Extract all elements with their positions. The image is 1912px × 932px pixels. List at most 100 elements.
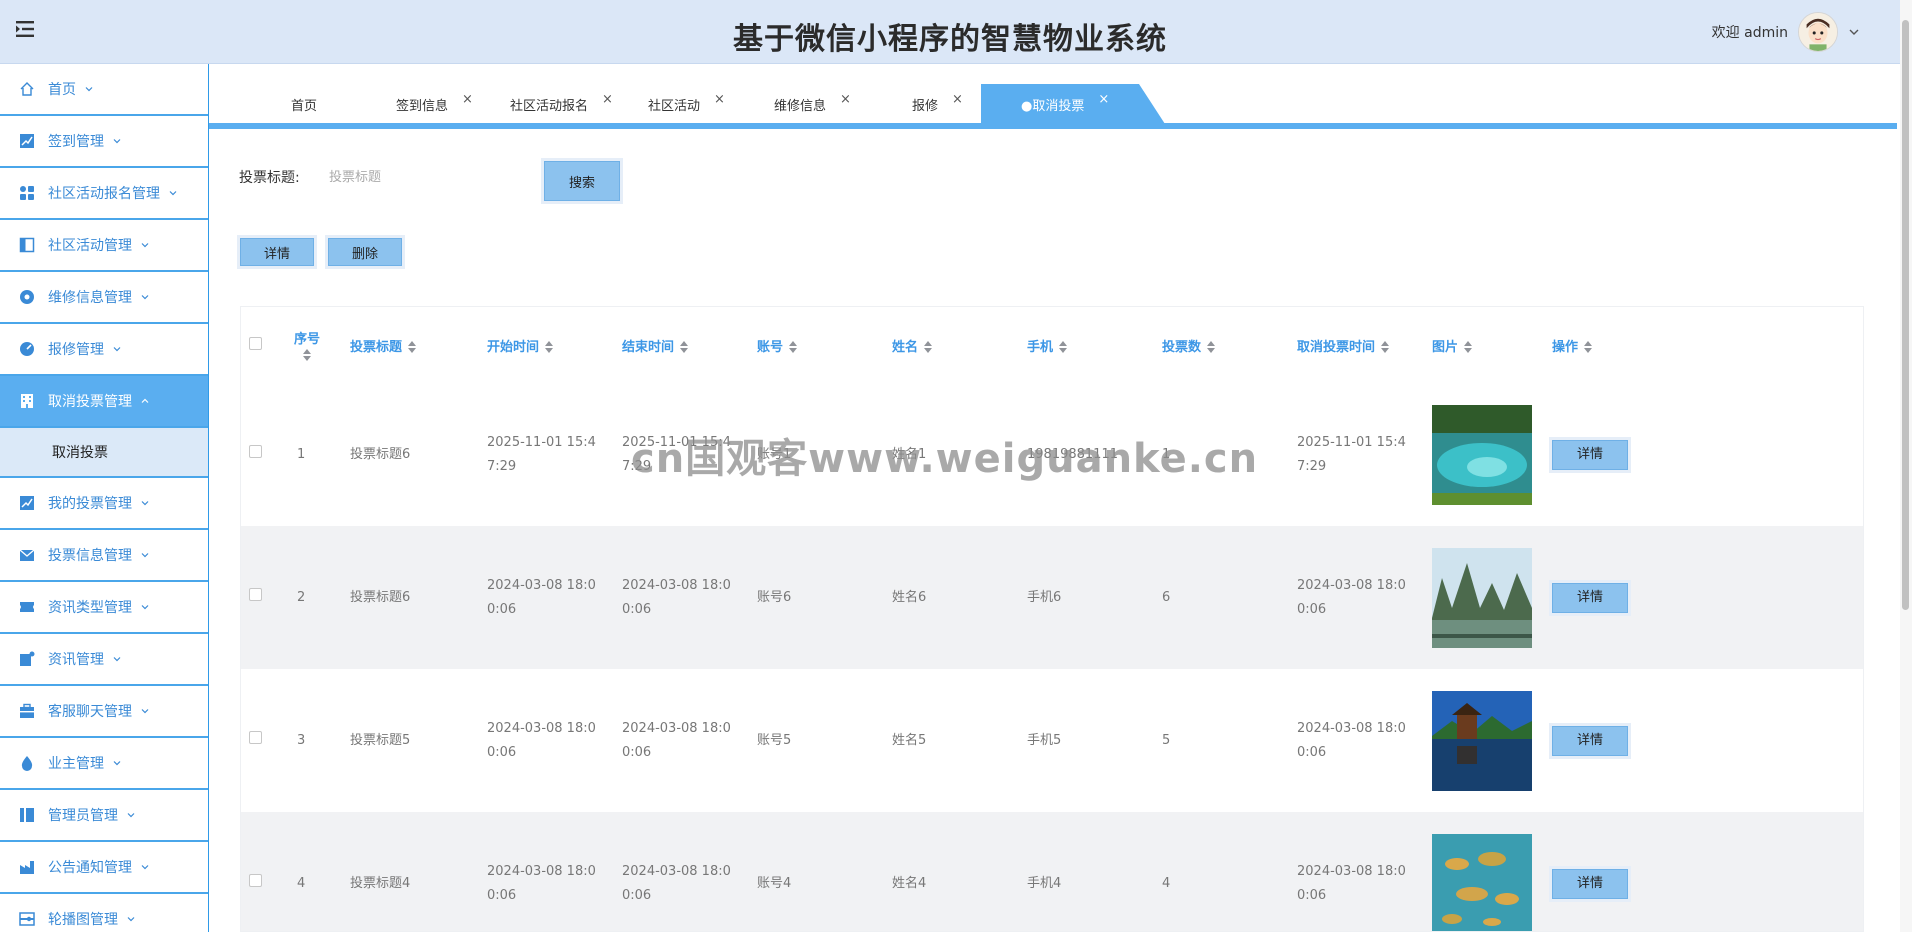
search-row: 投票标题:	[239, 159, 529, 195]
chevron-down-icon	[113, 761, 121, 766]
chevron-up-icon	[141, 398, 149, 403]
select-all-checkbox[interactable]	[249, 336, 262, 350]
column-header-label: 序号	[293, 332, 320, 347]
sort-icon[interactable]	[1381, 341, 1390, 353]
row-checkbox[interactable]	[249, 444, 262, 458]
chevron-down-icon	[141, 501, 149, 506]
sidebar-item-13[interactable]: 管理员管理	[0, 790, 208, 842]
sort-icon[interactable]	[1464, 341, 1473, 353]
row-checkbox[interactable]	[249, 730, 262, 744]
table-row[interactable]: 1 投票标题6 2025-11-01 15:47:29 2025-11-01 15:4…	[241, 383, 1863, 526]
close-icon[interactable]: ×	[952, 92, 963, 107]
table-row[interactable]: 4 投票标题4 2024-03-08 18:00:06 2024-03-08 18:0…	[241, 812, 1863, 931]
close-icon[interactable]: ×	[602, 92, 613, 107]
close-icon[interactable]: ×	[840, 92, 851, 107]
column-header-label: 开始时间	[487, 339, 540, 355]
sidebar-item-14[interactable]: 公告通知管理	[0, 842, 208, 894]
scrollbar-track[interactable]	[1900, 0, 1912, 932]
sidebar-item-2[interactable]: 社区活动报名管理	[0, 168, 208, 220]
cell-end: 2024-03-08 18:00:06	[622, 526, 757, 669]
row-image[interactable]	[1432, 404, 1552, 505]
sidebar-item-8[interactable]: 投票信息管理	[0, 530, 208, 582]
avatar[interactable]	[1798, 12, 1838, 52]
sort-icon[interactable]	[545, 341, 554, 353]
search-button[interactable]: 搜索	[544, 161, 620, 201]
sidebar-item-label: 投票信息管理	[48, 548, 132, 564]
gauge-icon	[18, 340, 36, 358]
column-header[interactable]: 投票标题	[350, 307, 487, 383]
tab-activity-signup[interactable]: 社区活动报名 ×	[510, 84, 613, 124]
close-icon[interactable]: ×	[462, 92, 473, 107]
delete-button[interactable]: 删除	[328, 238, 402, 266]
sidebar-item-15[interactable]: 轮播图管理	[0, 894, 208, 932]
close-icon[interactable]: ×	[1098, 92, 1109, 107]
sort-icon[interactable]	[408, 341, 417, 353]
column-header[interactable]: 姓名	[892, 307, 1027, 383]
column-header-label: 结束时间	[622, 339, 675, 355]
sidebar-item-5[interactable]: 报修管理	[0, 324, 208, 376]
sidebar-item-4[interactable]: 维修信息管理	[0, 272, 208, 324]
row-detail-button[interactable]: 详情	[1552, 868, 1628, 899]
chevron-down-icon[interactable]	[1848, 26, 1860, 38]
tab-repair[interactable]: 报修 ×	[912, 84, 963, 124]
row-detail-button[interactable]: 详情	[1552, 582, 1628, 613]
row-checkbox[interactable]	[249, 873, 262, 887]
scrollbar-thumb[interactable]	[1902, 20, 1909, 610]
sidebar-item-7[interactable]: 我的投票管理	[0, 478, 208, 530]
column-header[interactable]: 账号	[757, 307, 892, 383]
tab-activity[interactable]: 社区活动 ×	[648, 84, 725, 124]
row-detail-button[interactable]: 详情	[1552, 439, 1628, 470]
chevron-down-icon	[85, 87, 93, 92]
sidebar-item-label: 轮播图管理	[48, 912, 118, 928]
cell-start: 2024-03-08 18:00:06	[487, 720, 596, 760]
sidebar-item-6[interactable]: 取消投票管理	[0, 376, 208, 428]
chevron-down-icon	[113, 139, 121, 144]
column-header[interactable]: 操作	[1552, 307, 1863, 383]
cell-end: 2025-11-01 15:47:29	[622, 434, 731, 474]
sort-icon[interactable]	[1207, 341, 1216, 353]
sort-icon[interactable]	[924, 341, 933, 353]
row-image[interactable]	[1432, 547, 1552, 648]
sidebar-item-3[interactable]: 社区活动管理	[0, 220, 208, 272]
cell-account: 账号6	[757, 526, 892, 669]
tab-bar: 首页 签到信息 × 社区活动报名 × 社区活动 × 维修信息 × 报修 × ●取…	[209, 64, 1897, 128]
column-header[interactable]: 结束时间	[622, 307, 757, 383]
factory-icon	[18, 858, 36, 876]
sort-icon[interactable]	[303, 348, 311, 361]
close-icon[interactable]: ×	[714, 92, 725, 107]
detail-button[interactable]: 详情	[240, 238, 314, 266]
tab-repair-info[interactable]: 维修信息 ×	[774, 84, 851, 124]
sidebar-item-0[interactable]: 首页	[0, 64, 208, 116]
search-input[interactable]	[329, 159, 529, 195]
column-header[interactable]: 手机	[1027, 307, 1162, 383]
grid-icon	[18, 184, 36, 202]
column-header[interactable]: 取消投票时间	[1297, 307, 1432, 383]
sidebar-item-9[interactable]: 资讯类型管理	[0, 582, 208, 634]
row-image[interactable]	[1432, 690, 1552, 791]
sort-icon[interactable]	[789, 341, 798, 353]
row-detail-button[interactable]: 详情	[1552, 725, 1628, 756]
table-row[interactable]: 3 投票标题5 2024-03-08 18:00:06 2024-03-08 18:0…	[241, 669, 1863, 812]
sidebar-item-10[interactable]: 资讯管理	[0, 634, 208, 686]
sidebar-item-12[interactable]: 业主管理	[0, 738, 208, 790]
sort-icon[interactable]	[680, 341, 689, 353]
row-image[interactable]	[1432, 833, 1552, 931]
tab-checkin[interactable]: 签到信息 ×	[396, 84, 473, 124]
tab-home[interactable]: 首页	[291, 84, 317, 124]
column-header[interactable]: 投票数	[1162, 307, 1297, 383]
row-checkbox[interactable]	[249, 587, 262, 601]
sidebar-item-11[interactable]: 客服聊天管理	[0, 686, 208, 738]
user-menu[interactable]: 欢迎 admin	[1712, 10, 1860, 54]
cell-name: 姓名1	[892, 446, 927, 462]
chevron-down-icon	[141, 553, 149, 558]
column-header[interactable]: 开始时间	[487, 307, 622, 383]
tab-cancel-vote[interactable]: ●取消投票 ×	[981, 84, 1166, 124]
sort-icon[interactable]	[1584, 341, 1593, 353]
column-header[interactable]: 序号	[293, 307, 350, 383]
submenu-item-cancel-vote[interactable]: 取消投票	[0, 428, 208, 478]
table-row[interactable]: 2 投票标题6 2024-03-08 18:00:06 2024-03-08 18:0…	[241, 526, 1863, 669]
sort-icon[interactable]	[1059, 341, 1068, 353]
mail-icon	[18, 546, 36, 564]
sidebar-item-1[interactable]: 签到管理	[0, 116, 208, 168]
column-header[interactable]: 图片	[1432, 307, 1552, 383]
